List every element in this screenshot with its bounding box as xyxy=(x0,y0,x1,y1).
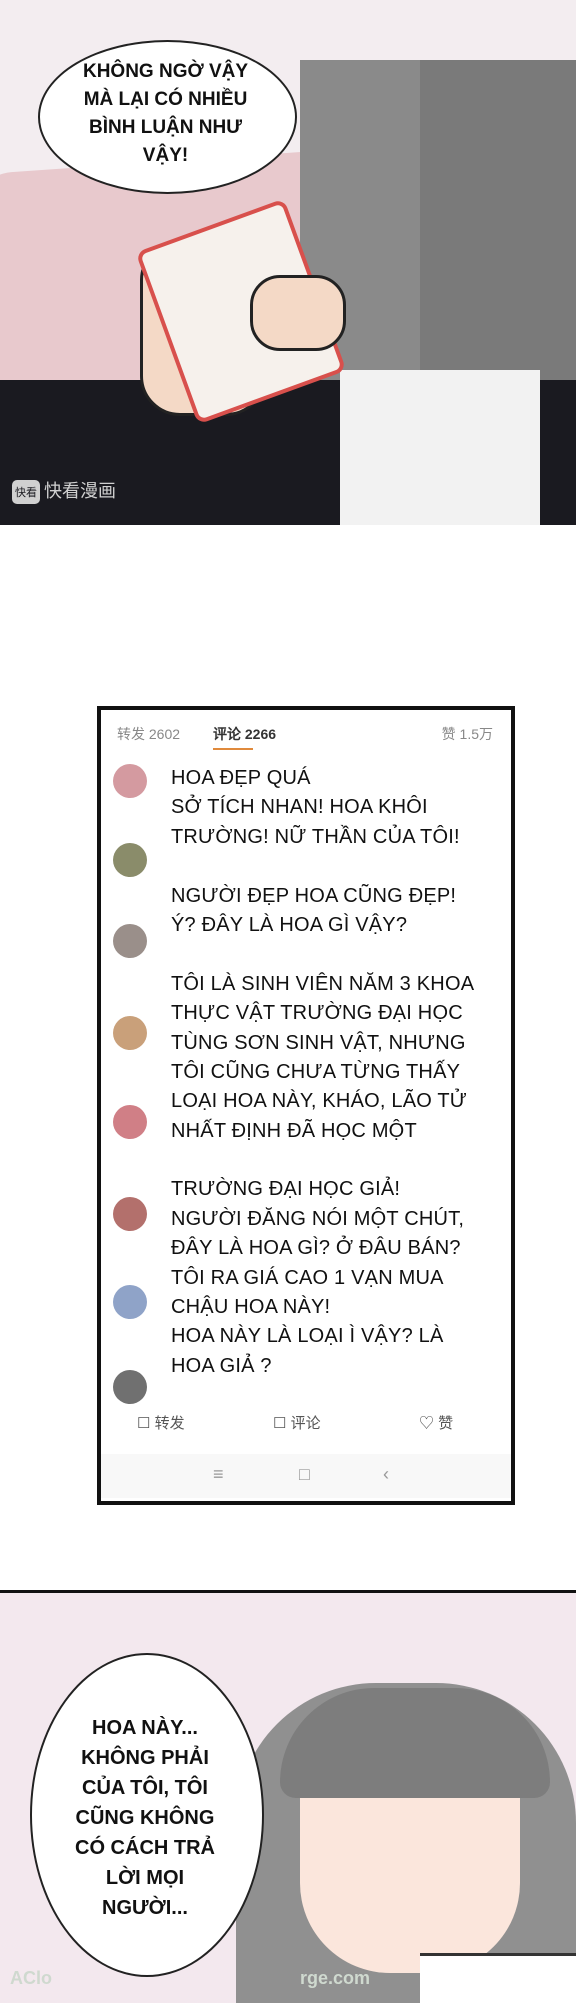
avatar[interactable] xyxy=(113,764,147,798)
character-face-shadow xyxy=(420,60,576,390)
forward-button[interactable]: ☐ 转发 xyxy=(137,1412,185,1433)
avatar[interactable] xyxy=(113,1285,147,1319)
comment-line: NGƯỜI ĐĂNG NÓI MỘT CHÚT, xyxy=(171,1207,465,1230)
comment-line: TÔI RA GIÁ CAO 1 VẠN MUA xyxy=(171,1266,444,1289)
watermark: 快看 快看漫画 xyxy=(12,477,116,505)
home-icon[interactable]: □ xyxy=(299,1464,310,1485)
comment-line xyxy=(171,1146,511,1175)
comment-line: Ý? ĐÂY LÀ HOA GÌ VẬY? xyxy=(171,913,408,936)
speech-text: HOA NÀY... KHÔNG PHẢI CỦA TÔI, TÔI CŨNG … xyxy=(75,1717,215,1919)
comment-line xyxy=(171,852,511,881)
like-button[interactable]: ♡ 赞 xyxy=(419,1412,453,1433)
comment-line: NGƯỜI ĐẸP HOA CŨNG ĐẸP! xyxy=(171,884,457,907)
comment-line: THỰC VẬT TRƯỜNG ĐẠI HỌC xyxy=(171,1002,463,1025)
back-icon[interactable]: ‹ xyxy=(383,1464,389,1485)
avatar[interactable] xyxy=(113,924,147,958)
character-hand-right xyxy=(250,275,346,351)
avatar[interactable] xyxy=(113,1105,147,1139)
comment-line: TÙNG SƠN SINH VẬT, NHƯNG xyxy=(171,1031,466,1054)
comment-line: HOA ĐẸP QUÁ xyxy=(171,767,311,789)
comment-count[interactable]: 评论 2266 xyxy=(213,724,276,744)
menu-icon[interactable]: ≡ xyxy=(213,1464,224,1485)
watermark-left: AClo xyxy=(10,1968,52,1988)
comment-line: SỞ TÍCH NHAN! HOA KHÔI xyxy=(171,796,428,819)
comment-line: ĐÂY LÀ HOA GÌ? Ở ĐÂU BÁN? xyxy=(171,1237,461,1260)
like-count[interactable]: 赞 1.5万 xyxy=(442,724,493,744)
speech-text: KHÔNG NGỜ VẬY MÀ LẠI CÓ NHIỀU BÌNH LUẬN … xyxy=(82,61,249,166)
stats-bar: 转发 2602 评论 2266 赞 1.5万 xyxy=(101,724,511,746)
comment-line: HOA GIẢ ? xyxy=(171,1354,272,1377)
comment-button[interactable]: ☐ 评论 xyxy=(273,1412,321,1433)
comment-line: CHẬU HOA NÀY! xyxy=(171,1296,331,1319)
panel-character-reply: HOA NÀY... KHÔNG PHẢI CỦA TÔI, TÔI CŨNG … xyxy=(0,1590,576,2003)
action-bar: ☐ 转发 ☐ 评论 ♡ 赞 xyxy=(101,1408,511,1438)
forward-count[interactable]: 转发 2602 xyxy=(117,724,180,744)
active-tab-indicator xyxy=(213,748,253,750)
avatar[interactable] xyxy=(113,1197,147,1231)
panel-phone-reading: KHÔNG NGỜ VẬY MÀ LẠI CÓ NHIỀU BÌNH LUẬN … xyxy=(0,0,576,525)
avatar[interactable] xyxy=(113,1016,147,1050)
watermark-logo: 快看 xyxy=(12,480,40,505)
watermark-right: rge.com xyxy=(300,1968,371,1988)
comment-line: HOA NÀY LÀ LOẠI Ì VẬY? LÀ xyxy=(171,1325,444,1348)
system-nav-bar: ≡ □ ‹ xyxy=(101,1454,511,1498)
comment-line: NHẤT ĐỊNH ĐÃ HỌC MỘT xyxy=(171,1119,417,1142)
character-shirt xyxy=(340,370,540,525)
comment-line: TÔI LÀ SINH VIÊN NĂM 3 KHOA xyxy=(171,972,475,995)
avatar[interactable] xyxy=(113,1370,147,1404)
character-collar xyxy=(420,1953,576,2003)
comment-line: TRƯỜNG! NỮ THẦN CỦA TÔI! xyxy=(171,825,460,848)
comment-line: TRƯỜNG ĐẠI HỌC GIẢ! xyxy=(171,1178,401,1201)
watermark-text: 快看漫画 xyxy=(44,481,116,501)
comment-text: HOA ĐẸP QUÁ SỞ TÍCH NHAN! HOA KHÔI TRƯỜN… xyxy=(171,764,511,1381)
avatar[interactable] xyxy=(113,843,147,877)
comment-line: TÔI CŨNG CHƯA TỪNG THẤY xyxy=(171,1060,461,1083)
comment-line xyxy=(171,940,511,969)
comment-screenshot: 转发 2602 评论 2266 赞 1.5万 HOA ĐẸP QUÁ SỞ TÍ… xyxy=(97,706,515,1505)
comment-line: LOẠI HOA NÀY, KHÁO, LÃO TỬ xyxy=(171,1090,468,1113)
character-bangs xyxy=(280,1688,550,1798)
